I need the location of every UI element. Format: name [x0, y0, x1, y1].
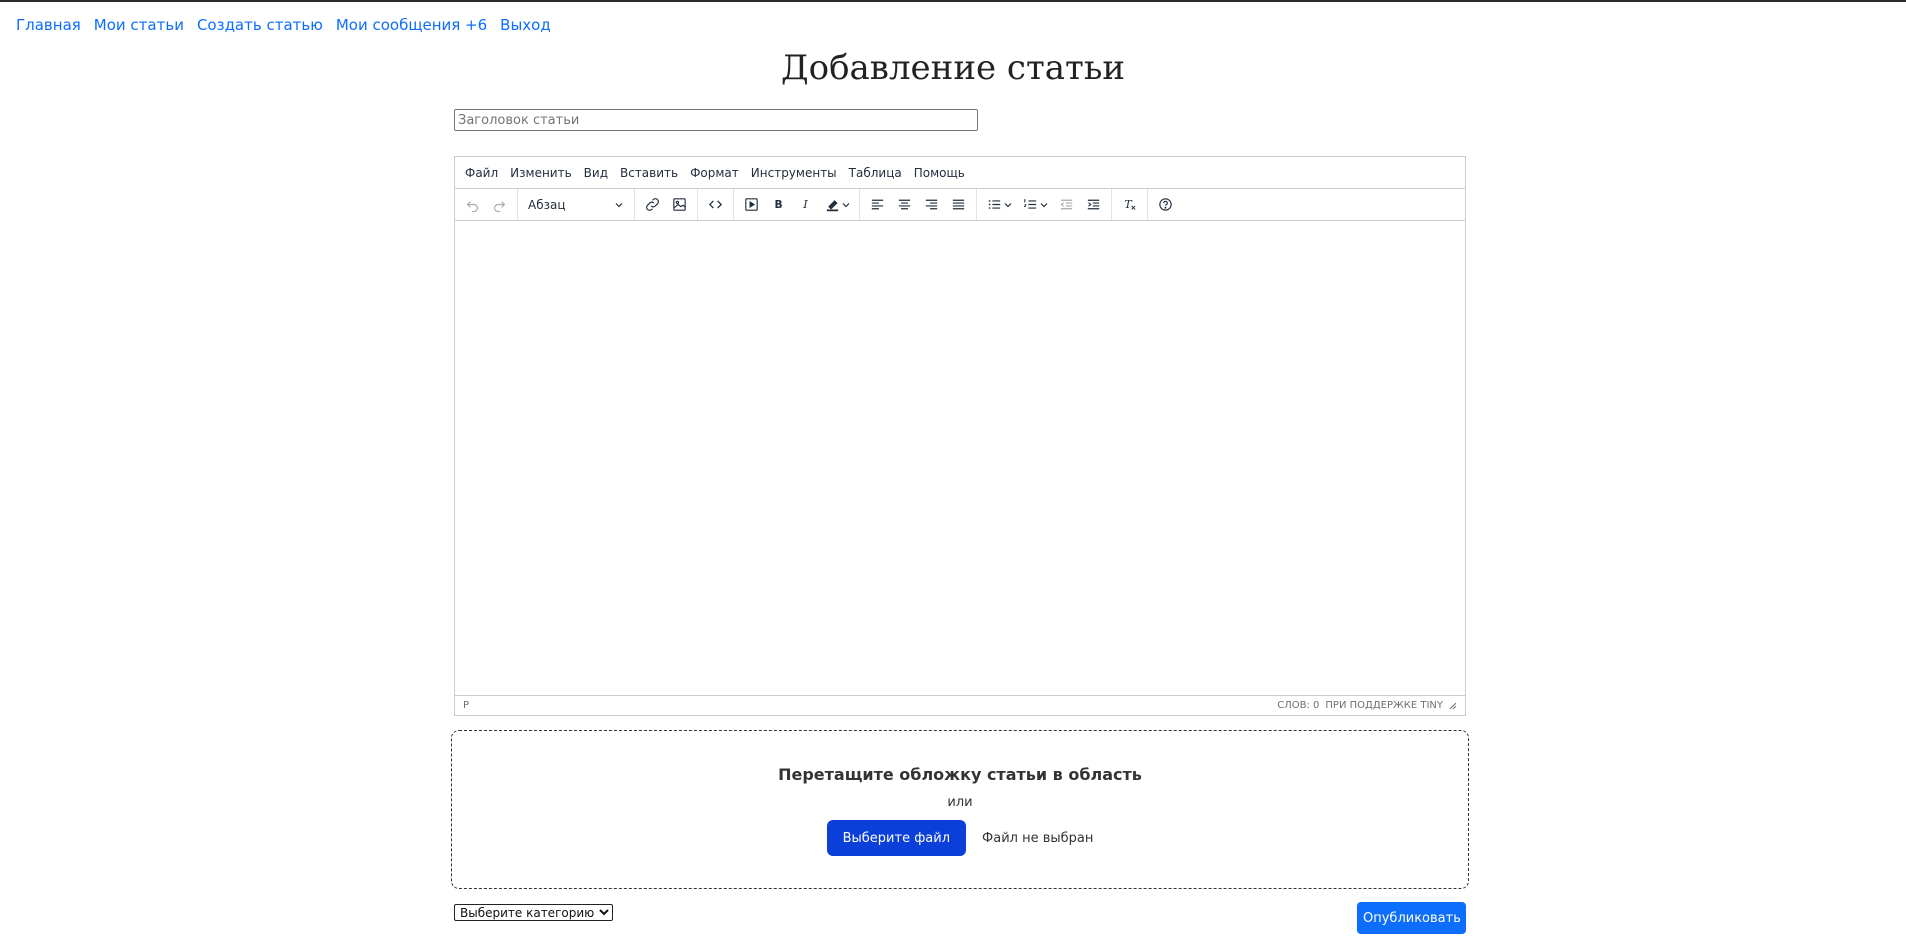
help-button[interactable] [1152, 192, 1179, 218]
image-icon [673, 198, 686, 211]
list-group [977, 189, 1112, 220]
cover-dropzone[interactable]: Перетащите обложку статьи в область или … [451, 730, 1469, 889]
code-group [698, 189, 734, 220]
link-button[interactable] [639, 192, 666, 218]
bullet-list-button[interactable] [981, 192, 1017, 218]
menu-format[interactable]: Формат [684, 166, 745, 180]
publish-button[interactable]: Опубликовать [1357, 902, 1466, 934]
indent-button[interactable] [1080, 192, 1107, 218]
highlight-color-button[interactable] [819, 192, 855, 218]
menu-help[interactable]: Помощь [908, 166, 971, 180]
clear-formatting-icon: T [1124, 197, 1136, 211]
menu-table[interactable]: Таблица [843, 166, 908, 180]
menu-insert[interactable]: Вставить [614, 166, 684, 180]
italic-icon: I [802, 197, 808, 211]
media-play-icon [745, 198, 758, 211]
align-right-icon [925, 199, 938, 210]
code-icon [708, 200, 723, 209]
insert-group [635, 189, 698, 220]
bullet-list-icon [988, 200, 1000, 209]
align-justify-button[interactable] [945, 192, 972, 218]
history-group [455, 189, 518, 220]
branding-link[interactable]: ПРИ ПОДДЕРЖКЕ TINY [1325, 700, 1443, 711]
align-right-button[interactable] [918, 192, 945, 218]
category-select[interactable]: Выберите категорию [454, 904, 613, 921]
media-button[interactable] [738, 192, 765, 218]
nav-home-link[interactable]: Главная [16, 16, 81, 34]
link-icon [646, 198, 659, 211]
text-format-group: B I [734, 189, 860, 220]
align-left-icon [871, 199, 884, 210]
editor-content-area[interactable] [455, 221, 1465, 695]
source-code-button[interactable] [702, 192, 729, 218]
svg-text:B: B [774, 198, 782, 211]
chevron-down-icon [615, 202, 623, 207]
block-format-label: Абзац [528, 197, 566, 212]
nav-logout-link[interactable]: Выход [500, 16, 551, 34]
menu-edit[interactable]: Изменить [504, 166, 578, 180]
block-format-group: Абзац [518, 189, 635, 220]
image-button[interactable] [666, 192, 693, 218]
editor-menubar: Файл Изменить Вид Вставить Формат Инстру… [455, 157, 1465, 189]
nav-my-messages-link[interactable]: Мои сообщения +6 [336, 16, 487, 34]
menu-view[interactable]: Вид [578, 166, 614, 180]
bold-button[interactable]: B [765, 192, 792, 218]
chevron-down-icon [1040, 202, 1047, 207]
indent-icon [1087, 199, 1100, 210]
statusbar-right: СЛОВ: 0 ПРИ ПОДДЕРЖКЕ TINY [1277, 700, 1457, 711]
nav-create-article-link[interactable]: Создать статью [197, 16, 323, 34]
clear-format-group: T [1112, 189, 1148, 220]
align-center-button[interactable] [891, 192, 918, 218]
element-path[interactable]: P [463, 700, 469, 711]
bold-icon: B [774, 198, 782, 211]
svg-text:I: I [802, 197, 808, 211]
page-title: Добавление статьи [780, 48, 1126, 88]
file-status: Файл не выбран [982, 830, 1094, 846]
undo-icon [466, 201, 479, 213]
alignment-group [860, 189, 977, 220]
help-group [1148, 189, 1183, 220]
outdent-button[interactable] [1053, 192, 1080, 218]
highlighter-icon [826, 200, 838, 212]
word-count: СЛОВ: 0 [1277, 700, 1320, 711]
nav-my-articles-link[interactable]: Мои статьи [94, 16, 184, 34]
editor-toolbar: Абзац B I T [455, 189, 1465, 221]
outdent-icon [1060, 199, 1073, 210]
numbered-list-button[interactable] [1017, 192, 1053, 218]
undo-button[interactable] [459, 192, 486, 218]
chevron-down-icon [1004, 202, 1011, 207]
resize-handle-icon[interactable] [1449, 702, 1457, 710]
menu-tools[interactable]: Инструменты [745, 166, 843, 180]
align-center-icon [898, 199, 911, 210]
file-picker-row: Выберите файл Файл не выбран [452, 820, 1468, 856]
numbered-list-icon [1023, 198, 1036, 209]
rich-text-editor: Файл Изменить Вид Вставить Формат Инстру… [454, 156, 1466, 716]
block-format-select[interactable]: Абзац [522, 192, 630, 218]
choose-file-button[interactable]: Выберите файл [826, 820, 967, 856]
redo-button[interactable] [486, 192, 513, 218]
editor-statusbar: P СЛОВ: 0 ПРИ ПОДДЕРЖКЕ TINY [455, 695, 1465, 715]
dropzone-title: Перетащите обложку статьи в область [778, 765, 1142, 784]
dropzone-or: или [947, 795, 973, 810]
align-left-button[interactable] [864, 192, 891, 218]
redo-icon [493, 201, 506, 213]
article-title-input[interactable] [454, 109, 978, 131]
top-nav: Главная Мои статьи Создать статью Мои со… [16, 16, 551, 34]
clear-formatting-button[interactable]: T [1116, 192, 1143, 218]
menu-file[interactable]: Файл [459, 166, 504, 180]
italic-button[interactable]: I [792, 192, 819, 218]
chevron-down-icon [842, 202, 849, 207]
help-icon [1159, 198, 1172, 211]
align-justify-icon [952, 199, 965, 210]
